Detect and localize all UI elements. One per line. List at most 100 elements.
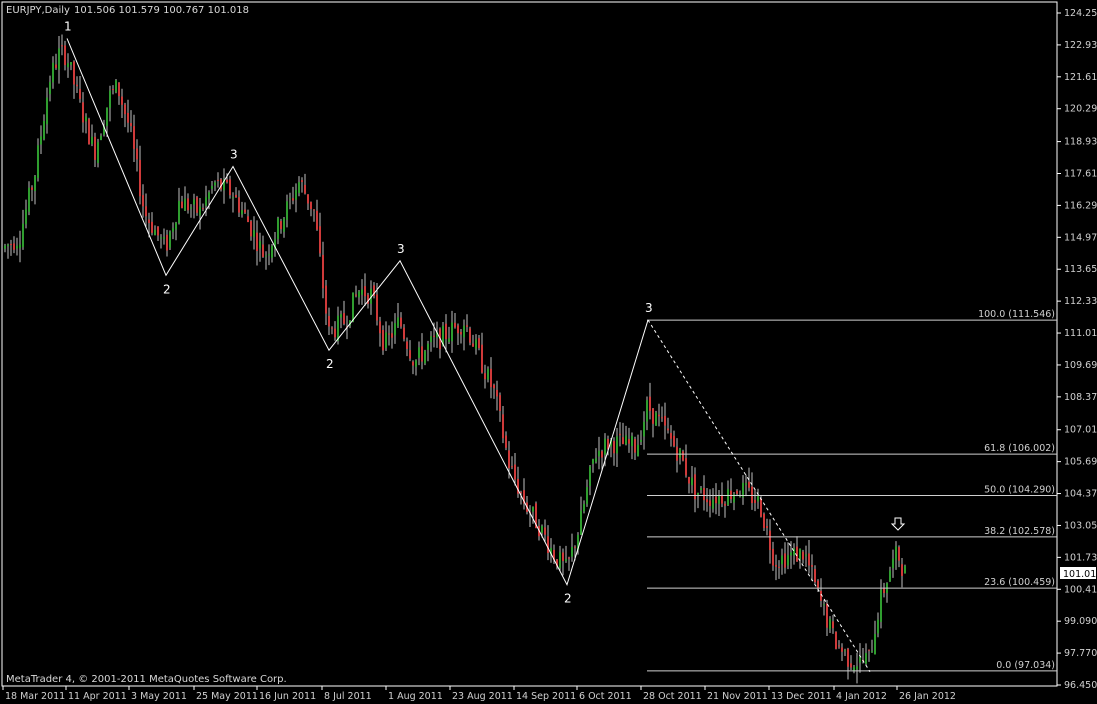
candle-body: [844, 650, 846, 652]
candle-body: [295, 190, 297, 200]
candle-body: [430, 336, 432, 343]
wave-line[interactable]: [66, 38, 649, 587]
candle-body: [163, 237, 165, 239]
candle-body: [475, 339, 477, 349]
candle-body: [757, 495, 759, 502]
candle-body: [505, 435, 507, 448]
price-tick-label: 107.010: [1064, 425, 1097, 436]
candle-body: [313, 209, 315, 211]
candle-body: [451, 322, 453, 342]
candle-body: [271, 245, 273, 258]
candle-body: [712, 499, 714, 509]
candle-body: [724, 503, 726, 506]
time-tick-label: 6 Oct 2011: [579, 691, 632, 702]
candle-body: [280, 221, 282, 229]
candle-body: [331, 327, 333, 329]
candle-body: [391, 333, 393, 338]
candle-body: [895, 546, 897, 560]
candle-body: [427, 343, 429, 350]
candle-body: [580, 510, 582, 535]
candle-body: [217, 179, 219, 181]
price-tick-label: 113.650: [1064, 264, 1097, 275]
candle-body: [469, 328, 471, 343]
candle-body: [721, 495, 723, 504]
time-tick-label: 4 Jan 2012: [836, 691, 887, 702]
candle-body: [421, 346, 423, 362]
candle-body: [727, 489, 729, 505]
wave-label-2: 2: [163, 282, 171, 296]
candle-body: [22, 223, 24, 248]
candle-body: [745, 483, 747, 485]
time-tick-label: 25 May 2011: [196, 691, 258, 702]
price-chart[interactable]: 124.250 122.930 121.610 120.290 118.930 117.6…: [0, 0, 1097, 704]
wave-label-3: 3: [397, 242, 405, 256]
candle-body: [655, 412, 657, 426]
time-tick-label: 28 Oct 2011: [643, 691, 702, 702]
candle-body: [679, 448, 681, 458]
candle-body: [448, 338, 450, 343]
price-tick-label: 96.450: [1064, 680, 1097, 691]
candle-body: [601, 451, 603, 458]
wave-lines[interactable]: [66, 38, 871, 672]
candle-body: [46, 97, 48, 125]
candle-body: [205, 197, 207, 206]
candlestick-series: [4, 34, 906, 684]
candle-body: [589, 466, 591, 486]
candle-body: [706, 499, 708, 503]
candle-body: [424, 350, 426, 364]
candle-body: [37, 145, 39, 179]
candle-body: [547, 536, 549, 553]
price-tick-label: 97.770: [1064, 648, 1097, 659]
candle-body: [571, 546, 573, 557]
candle-body: [673, 435, 675, 447]
time-tick-label: 16 Jun 2011: [259, 691, 316, 702]
candle-body: [340, 314, 342, 318]
candle-body: [184, 198, 186, 211]
price-tick-label: 99.090: [1064, 616, 1097, 627]
candle-body: [121, 96, 123, 105]
candle-body: [328, 315, 330, 327]
candle-body: [892, 558, 894, 569]
candle-body: [250, 221, 252, 237]
candle-body: [643, 421, 645, 437]
candle-body: [25, 209, 27, 225]
candle-body: [208, 192, 210, 199]
candle-body: [226, 179, 228, 183]
candle-body: [394, 323, 396, 336]
candle-body: [61, 45, 63, 47]
candle-body: [160, 237, 162, 239]
candle-body: [253, 230, 255, 237]
candle-body: [247, 216, 249, 223]
candle-body: [622, 437, 624, 445]
candle-body: [544, 527, 546, 535]
candle-body: [682, 451, 684, 461]
candle-body: [94, 136, 96, 160]
candle-body: [58, 48, 60, 70]
candle-body: [736, 490, 738, 494]
candle-body: [463, 325, 465, 338]
candle-body: [400, 317, 402, 327]
candle-body: [214, 182, 216, 186]
candle-body: [670, 432, 672, 439]
candle-body: [364, 286, 366, 297]
price-tick-label: 104.370: [1064, 489, 1097, 500]
candle-body: [829, 618, 831, 629]
chart-window[interactable]: 124.250 122.930 121.610 120.290 118.930 117.6…: [0, 0, 1097, 704]
candle-body: [532, 506, 534, 512]
candle-body: [109, 90, 111, 108]
candle-body: [409, 350, 411, 359]
fibonacci-retracement[interactable]: 100.0 (111.546) 61.8 (106.002) 50.0 (104.2…: [647, 309, 1057, 672]
price-tick-label: 117.610: [1064, 169, 1097, 180]
wave-label-2: 2: [564, 592, 572, 606]
candle-body: [106, 107, 108, 126]
time-tick-label: 8 Jul 2011: [324, 691, 372, 702]
candle-body: [604, 438, 606, 455]
candle-body: [814, 569, 816, 583]
candle-body: [82, 102, 84, 123]
symbol-timeframe: EURJPY,Daily: [6, 5, 70, 16]
price-tick-label: 122.930: [1064, 40, 1097, 51]
candle-body: [403, 327, 405, 339]
time-tick-label: 1 Aug 2011: [388, 691, 443, 702]
candle-body: [559, 552, 561, 569]
candle-body: [541, 525, 543, 533]
